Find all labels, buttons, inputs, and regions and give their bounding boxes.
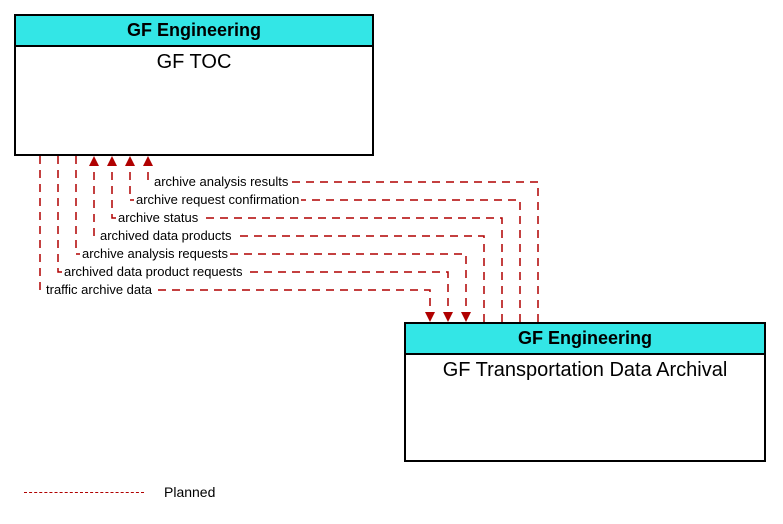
flow-archived-data-products	[94, 166, 484, 322]
legend: Planned	[24, 484, 215, 500]
arrow-archive-status	[107, 156, 117, 166]
flow-archive-request-confirmation	[130, 166, 520, 322]
label-archive-request-confirmation: archive request confirmation	[134, 193, 301, 207]
flow-archive-status	[112, 166, 502, 322]
node-gf-toc[interactable]: GF Engineering GF TOC	[14, 14, 374, 156]
label-archived-data-products: archived data products	[98, 229, 234, 243]
arrow-archive-analysis-requests	[461, 312, 471, 322]
label-archive-status: archive status	[116, 211, 200, 225]
label-archive-analysis-results: archive analysis results	[152, 175, 290, 189]
legend-line-planned	[24, 492, 144, 493]
node-gf-toc-org: GF Engineering	[16, 16, 372, 47]
node-gf-toc-name: GF TOC	[16, 47, 372, 78]
node-gf-archival-name: GF Transportation Data Archival	[406, 355, 764, 386]
label-archive-analysis-requests: archive analysis requests	[80, 247, 230, 261]
arrow-archive-request-confirmation	[125, 156, 135, 166]
label-traffic-archive-data: traffic archive data	[44, 283, 154, 297]
arrow-traffic-archive-data	[425, 312, 435, 322]
label-archived-data-product-requests: archived data product requests	[62, 265, 245, 279]
node-gf-archival-org: GF Engineering	[406, 324, 764, 355]
arrow-archived-data-product-requests	[443, 312, 453, 322]
arrow-archived-data-products	[89, 156, 99, 166]
node-gf-archival[interactable]: GF Engineering GF Transportation Data Ar…	[404, 322, 766, 462]
arrow-archive-analysis-results	[143, 156, 153, 166]
flow-archive-analysis-results	[148, 166, 538, 322]
legend-text-planned: Planned	[164, 484, 215, 500]
